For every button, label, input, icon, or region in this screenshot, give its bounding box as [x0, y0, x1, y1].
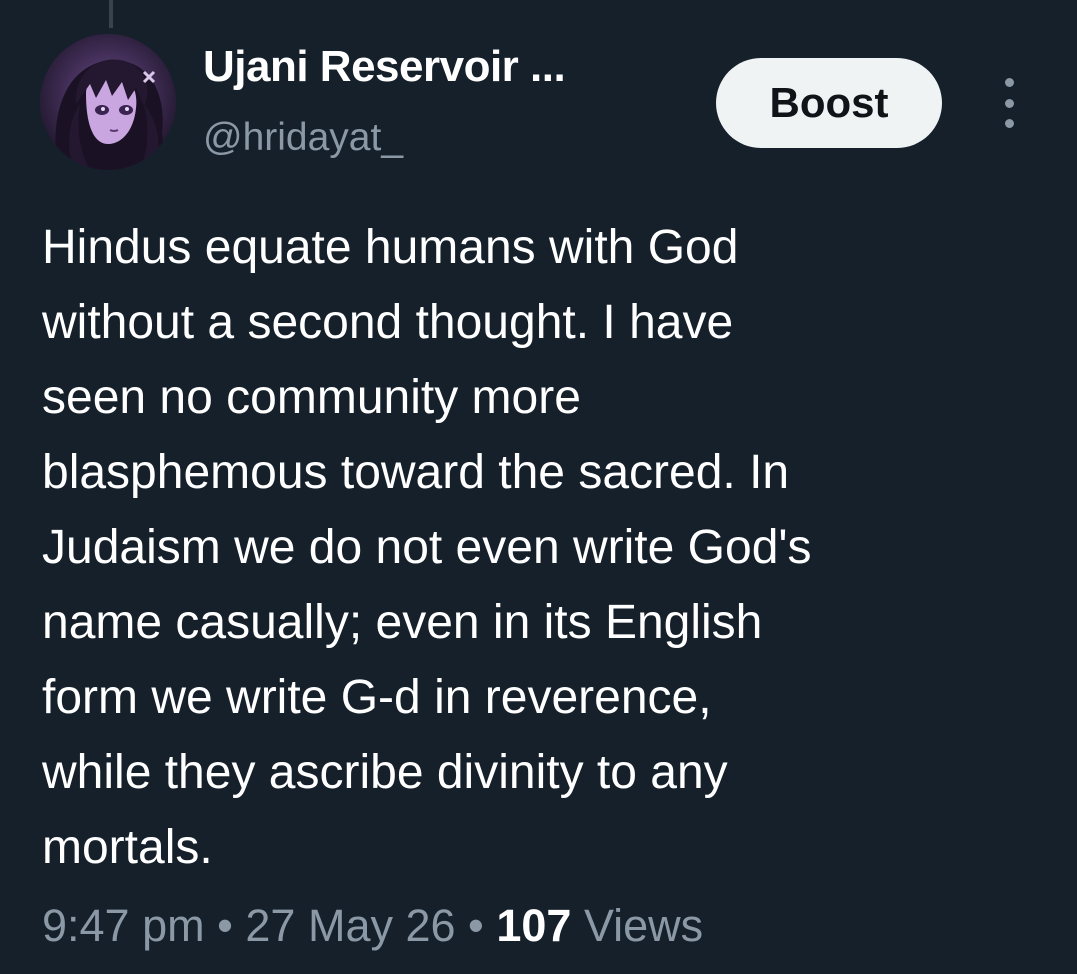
meta-separator: • [217, 900, 233, 951]
more-vertical-icon[interactable] [994, 78, 1024, 128]
tweet-line: form we write G-d in reverence, [42, 671, 712, 724]
author-display-name[interactable]: Ujani Reservoir ... [203, 42, 566, 92]
dot [1004, 119, 1014, 128]
views-count[interactable]: 107 [496, 900, 571, 951]
tweet-line: name casually; even in its English [42, 596, 763, 649]
author-handle[interactable]: @hridayat_ [203, 116, 403, 160]
dot [1004, 98, 1014, 108]
tweet-date[interactable]: 27 May 26 [245, 900, 455, 951]
avatar[interactable] [40, 34, 176, 170]
tweet-line: Hindus equate humans with God [42, 221, 739, 274]
tweet-time[interactable]: 9:47 pm [42, 900, 205, 951]
anime-avatar-icon [40, 34, 176, 170]
tweet-line: without a second thought. I have [42, 296, 734, 349]
views-label[interactable]: Views [584, 900, 703, 951]
dot [1004, 78, 1014, 87]
meta-separator: • [468, 900, 484, 951]
thread-connector-line [109, 0, 113, 28]
tweet-line: mortals. [42, 821, 213, 874]
boost-button[interactable]: Boost [716, 58, 942, 148]
tweet-meta: 9:47 pm • 27 May 26 • 107 Views [42, 900, 703, 952]
tweet-line: seen no community more [42, 371, 581, 424]
tweet-line: while they ascribe divinity to any [42, 746, 728, 799]
tweet-line: Judaism we do not even write God's [42, 521, 812, 574]
tweet-text: Hindus equate humans with God without a … [42, 210, 1062, 885]
tweet-line: blasphemous toward the sacred. In [42, 446, 790, 499]
